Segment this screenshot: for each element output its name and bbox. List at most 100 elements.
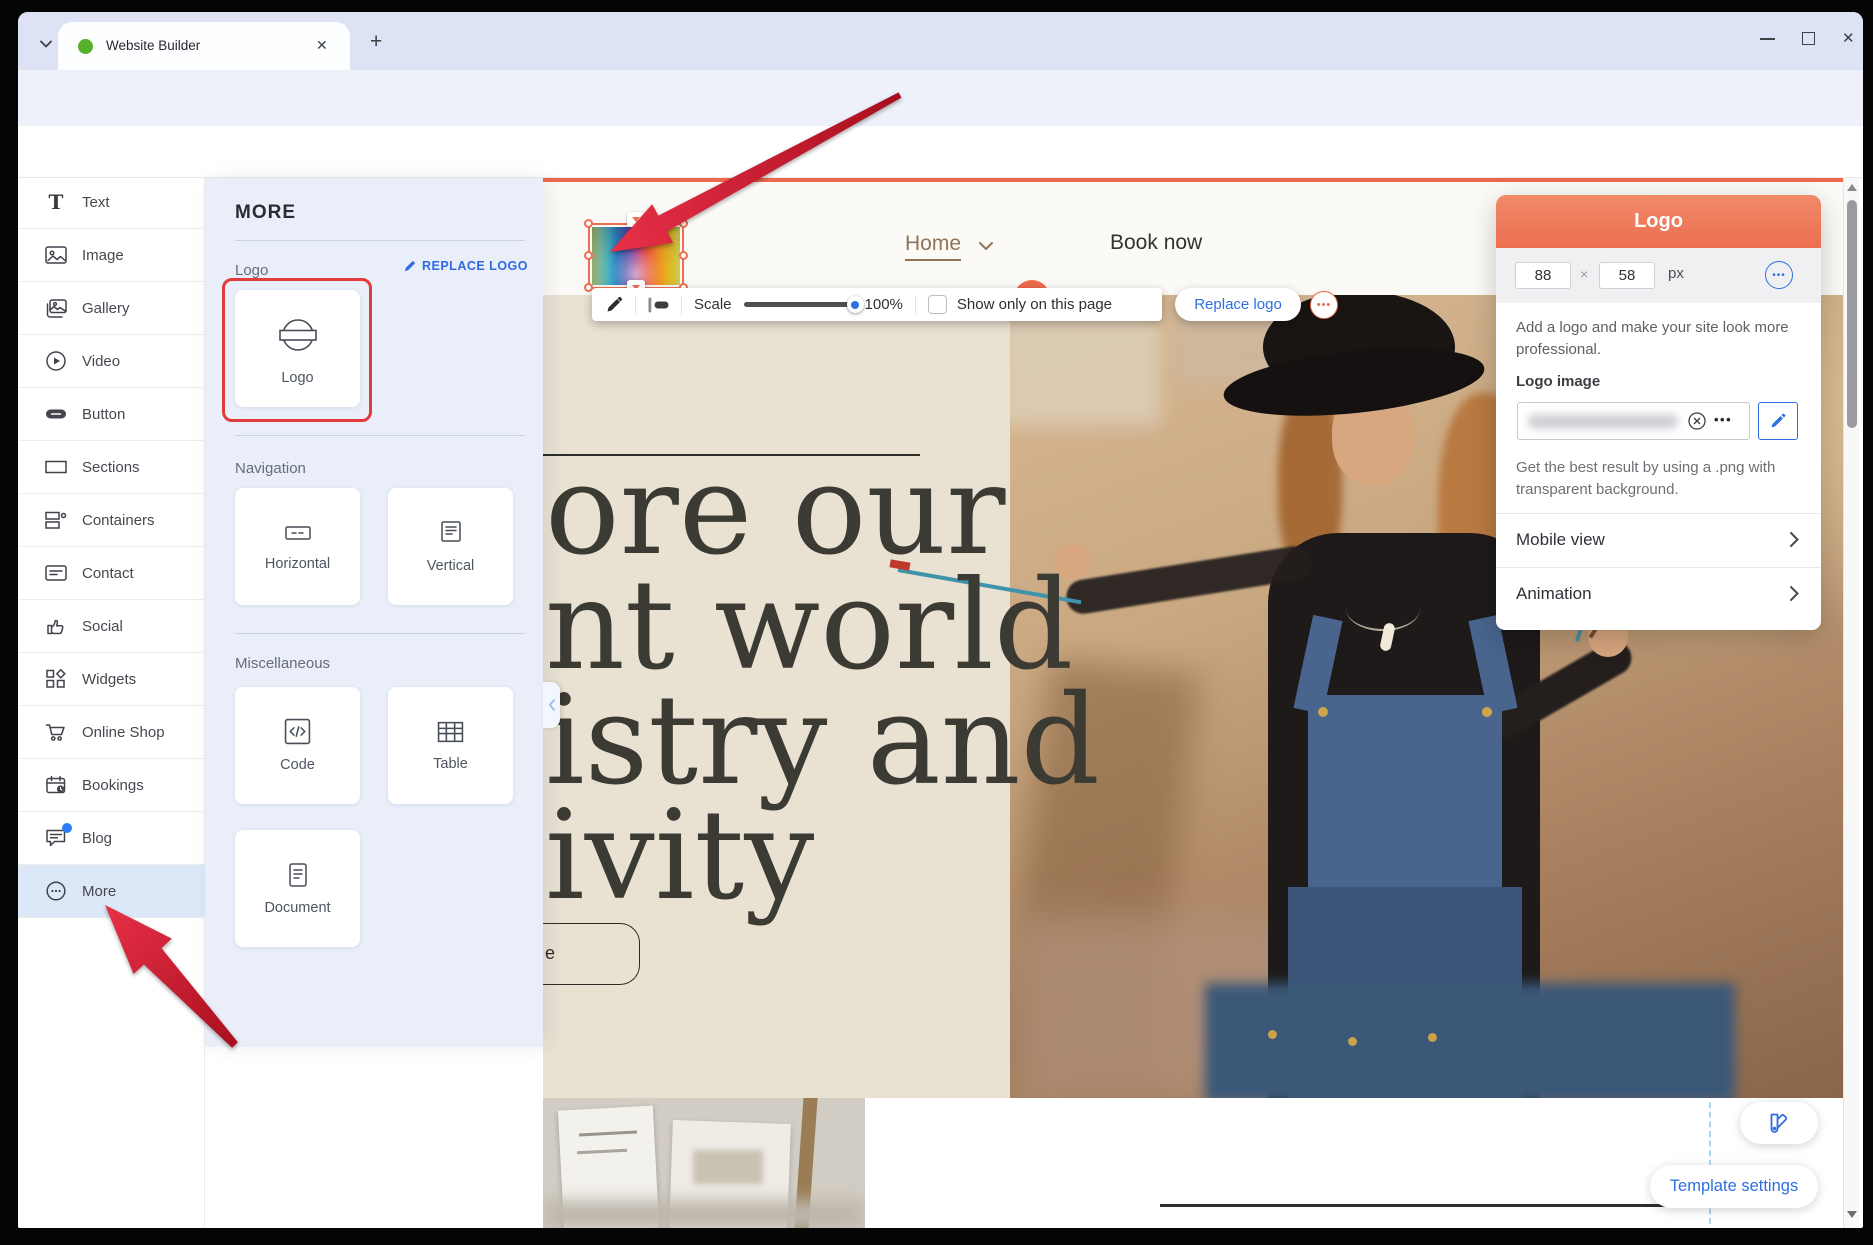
logo-filename-field[interactable]: •••	[1517, 402, 1750, 440]
scrollbar-down-arrow[interactable]	[1847, 1211, 1857, 1218]
page-scrollbar[interactable]	[1843, 178, 1859, 1228]
more-panel: MORE Logo REPLACE LOGO Logo Navigation H…	[205, 178, 543, 1047]
logo-height-input[interactable]: 58	[1599, 262, 1655, 289]
scale-value: 100%	[865, 296, 903, 313]
tab-strip: Website Builder ✕ + ✕	[18, 12, 1863, 70]
size-more-options-icon[interactable]: •••	[1765, 261, 1793, 289]
color-swatches-icon	[1767, 1111, 1791, 1135]
card-table[interactable]: Table	[388, 687, 513, 804]
hero-cta-label: e	[545, 943, 555, 964]
overall-bib	[1308, 695, 1502, 900]
selection-handle[interactable]	[679, 251, 688, 260]
window-maximize-icon[interactable]	[1802, 32, 1815, 45]
edit-pencil-icon[interactable]	[606, 296, 623, 313]
scrollbar-up-arrow[interactable]	[1847, 184, 1857, 191]
sidebar-item-containers[interactable]: Containers	[18, 494, 205, 547]
selection-handle[interactable]	[584, 219, 593, 228]
template-style-button[interactable]	[1740, 1102, 1818, 1144]
template-settings-button[interactable]: Template settings	[1650, 1165, 1818, 1208]
logo-section-label: Logo	[235, 262, 268, 279]
nav-home-chevron-icon[interactable]	[978, 241, 994, 251]
sections-icon	[44, 456, 68, 478]
sidebar-item-online-shop[interactable]: Online Shop	[18, 706, 205, 759]
logo-selection-toolbar: Scale 100% Show only on this page	[592, 288, 1162, 321]
document-icon	[285, 862, 311, 888]
replace-logo-action[interactable]: REPLACE LOGO	[348, 259, 528, 273]
builder-toolbar: onecom Page: Home Help Save	[18, 126, 1863, 178]
logo-panel-header: Logo	[1496, 195, 1821, 248]
scale-slider[interactable]	[744, 296, 861, 313]
sidebar-item-video[interactable]: Video	[18, 335, 205, 388]
vertical-nav-icon	[438, 520, 464, 546]
new-tab-button[interactable]: +	[370, 34, 382, 50]
sidebar-item-contact[interactable]: Contact	[18, 547, 205, 600]
miscellaneous-section-label: Miscellaneous	[235, 655, 330, 672]
sidebar-item-more[interactable]: More	[18, 865, 205, 918]
chevron-right-icon	[1789, 531, 1799, 548]
logo-position-icon[interactable]	[648, 297, 669, 313]
sidebar-item-image[interactable]: Image	[18, 229, 205, 282]
show-only-checkbox[interactable]	[928, 295, 947, 314]
tab-close-icon[interactable]: ✕	[316, 37, 328, 54]
sidebar-item-button[interactable]: Button	[18, 388, 205, 441]
hero-heading-line-4: ivity	[545, 794, 814, 918]
table-icon	[437, 720, 464, 744]
scale-label: Scale	[694, 296, 732, 313]
sidebar-item-blog[interactable]: Blog	[18, 812, 205, 865]
panel-collapse-handle[interactable]	[543, 682, 560, 728]
replace-logo-button[interactable]: Replace logo	[1175, 288, 1301, 321]
url-row	[18, 70, 1863, 126]
selection-move-up-button[interactable]	[627, 212, 645, 227]
blurred-filename	[1528, 414, 1678, 429]
sidebar-item-sections[interactable]: Sections	[18, 441, 205, 494]
video-icon	[44, 350, 68, 372]
scale-slider-thumb[interactable]	[847, 296, 864, 313]
logo-panel-description: Add a logo and make your site look more …	[1516, 317, 1812, 361]
sidebar-item-text[interactable]: T Text	[18, 176, 205, 229]
logo-size-strip: 88 × 58 px •••	[1496, 248, 1821, 303]
widgets-icon	[44, 668, 68, 690]
shopping-cart-icon	[44, 721, 68, 743]
site-top-accent	[543, 178, 1843, 182]
studio-paintings-photo	[543, 1098, 865, 1228]
card-code[interactable]: Code	[235, 687, 360, 804]
selection-handle[interactable]	[679, 219, 688, 228]
sidebar-item-social[interactable]: Social	[18, 600, 205, 653]
code-icon	[284, 718, 311, 745]
sidebar-item-gallery[interactable]: Gallery	[18, 282, 205, 335]
tab-search-button[interactable]	[34, 32, 58, 56]
selection-more-options-icon[interactable]: •••	[1310, 291, 1338, 319]
logo-width-input[interactable]: 88	[1515, 262, 1571, 289]
browser-tab[interactable]: Website Builder ✕	[58, 22, 350, 70]
navigation-section-label: Navigation	[235, 460, 306, 477]
containers-icon	[44, 509, 68, 531]
logo-panel-helper: Get the best result by using a .png with…	[1516, 457, 1816, 501]
screenshot: Website Builder ✕ + ✕	[0, 0, 1873, 1245]
card-document[interactable]: Document	[235, 830, 360, 947]
necklace-cord	[1346, 587, 1420, 631]
nav-link-home[interactable]: Home	[905, 232, 961, 261]
scrollbar-thumb[interactable]	[1847, 200, 1857, 428]
card-horizontal[interactable]: Horizontal	[235, 488, 360, 605]
bookings-calendar-icon	[44, 774, 68, 796]
logo-image-label: Logo image	[1516, 373, 1600, 390]
contact-icon	[44, 562, 68, 584]
button-icon	[44, 403, 68, 425]
sidebar-item-widgets[interactable]: Widgets	[18, 653, 205, 706]
nav-link-book-now[interactable]: Book now	[1110, 231, 1202, 255]
clear-filename-icon[interactable]	[1686, 410, 1708, 432]
window-close-icon[interactable]: ✕	[1842, 29, 1855, 47]
animation-row[interactable]: Animation	[1496, 567, 1821, 621]
filename-more-icon[interactable]: •••	[1714, 412, 1732, 427]
size-multiply-label: ×	[1580, 266, 1588, 282]
card-vertical[interactable]: Vertical	[388, 488, 513, 605]
show-only-label: Show only on this page	[957, 296, 1112, 313]
selection-handle[interactable]	[584, 251, 593, 260]
more-panel-title: MORE	[235, 202, 296, 224]
more-ellipsis-icon	[44, 880, 68, 902]
social-thumbs-up-icon	[44, 615, 68, 637]
edit-logo-image-button[interactable]	[1758, 402, 1798, 440]
mobile-view-row[interactable]: Mobile view	[1496, 513, 1821, 567]
sidebar-item-bookings[interactable]: Bookings	[18, 759, 205, 812]
window-minimize-icon[interactable]	[1760, 38, 1775, 40]
